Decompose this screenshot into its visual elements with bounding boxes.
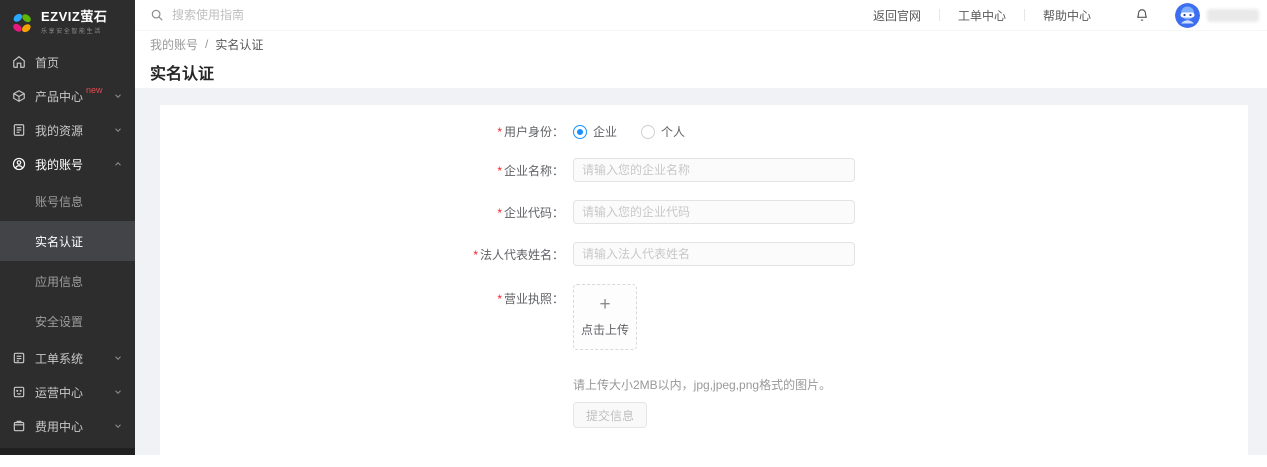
company-name-input[interactable]: [573, 158, 855, 182]
sidebar-item-label: 我的账号: [35, 156, 83, 173]
sidebar-subitem-security-settings[interactable]: 安全设置: [0, 301, 135, 341]
license-upload-box[interactable]: + 点击上传: [573, 284, 637, 350]
required-mark: *: [497, 125, 502, 139]
sidebar-subitem-label: 安全设置: [35, 313, 83, 330]
sidebar-nav: 首页 产品中心 new 我的资源 我的账号: [0, 45, 135, 443]
sidebar-item-label: 首页: [35, 54, 59, 71]
company-code-input[interactable]: [573, 200, 855, 224]
chevron-down-icon: [113, 125, 123, 135]
breadcrumb-separator: /: [205, 37, 208, 51]
form-row-license: *营业执照： + 点击上传: [160, 284, 1248, 350]
sidebar-subitem-account-info[interactable]: 账号信息: [0, 181, 135, 221]
product-center-icon: [12, 89, 26, 103]
sidebar-item-label: 工单系统: [35, 350, 83, 367]
required-mark: *: [497, 164, 502, 178]
sidebar-item-operations-center[interactable]: 运营中心: [0, 375, 135, 409]
sidebar-item-ticket-system[interactable]: 工单系统: [0, 341, 135, 375]
breadcrumb-current: 实名认证: [215, 36, 263, 53]
radio-label: 个人: [661, 123, 685, 140]
chevron-down-icon: [113, 353, 123, 363]
legal-name-label: *法人代表姓名：: [160, 246, 564, 263]
required-mark: *: [497, 206, 502, 220]
notification-bell-icon[interactable]: [1135, 8, 1149, 22]
link-official-site[interactable]: 返回官网: [855, 7, 939, 24]
page-title-bar: 实名认证: [135, 56, 1267, 88]
identity-label: *用户身份：: [160, 123, 564, 140]
link-help-center[interactable]: 帮助中心: [1025, 7, 1109, 24]
brand-logo[interactable]: EZVIZ萤石 乐享安全智能生活: [0, 0, 135, 45]
ticket-system-icon: [12, 351, 26, 365]
search-box: [150, 8, 432, 22]
company-code-label-text: 企业代码：: [504, 206, 564, 220]
company-code-label: *企业代码：: [160, 204, 564, 221]
breadcrumb-parent[interactable]: 我的账号: [150, 36, 198, 53]
legal-name-label-text: 法人代表姓名：: [480, 248, 564, 262]
billing-center-icon: [12, 419, 26, 433]
user-avatar: [1175, 3, 1200, 28]
sidebar-item-label: 产品中心: [35, 88, 83, 105]
ezviz-petals-icon: [9, 10, 35, 36]
sidebar-item-label: 费用中心: [35, 418, 83, 435]
user-menu[interactable]: [1175, 3, 1259, 28]
new-badge: new: [86, 85, 103, 95]
content-area: *用户身份： 企业 个人 *企业名称： *企业代码： *法人代表姓名：: [135, 88, 1267, 455]
home-icon: [12, 55, 26, 69]
sidebar-subitem-label: 账号信息: [35, 193, 83, 210]
brand-name: EZVIZ萤石: [41, 10, 107, 24]
license-label-text: 营业执照：: [504, 292, 564, 306]
search-input[interactable]: [172, 8, 432, 22]
sidebar-item-my-resources[interactable]: 我的资源: [0, 113, 135, 147]
sidebar-subitem-label: 应用信息: [35, 273, 83, 290]
radio-unselected-icon: [641, 125, 655, 139]
sidebar: EZVIZ萤石 乐享安全智能生活 首页 产品中心 new 我的资源: [0, 0, 135, 455]
company-name-label-text: 企业名称：: [504, 164, 564, 178]
license-label: *营业执照：: [160, 284, 564, 307]
sidebar-item-label: 运营中心: [35, 384, 83, 401]
account-icon: [12, 157, 26, 171]
radio-selected-icon: [573, 125, 587, 139]
sidebar-subitem-app-info[interactable]: 应用信息: [0, 261, 135, 301]
user-name-redacted: [1207, 9, 1259, 22]
plus-icon: +: [599, 296, 610, 314]
legal-name-input[interactable]: [573, 242, 855, 266]
resources-icon: [12, 123, 26, 137]
radio-option-personal[interactable]: 个人: [641, 123, 685, 140]
form-row-identity: *用户身份： 企业 个人: [160, 123, 1248, 140]
brand-tagline: 乐享安全智能生活: [41, 26, 107, 35]
topbar-links: 返回官网 工单中心 帮助中心: [855, 3, 1267, 28]
sidebar-item-product-center[interactable]: 产品中心 new: [0, 79, 135, 113]
search-icon: [150, 8, 164, 22]
sidebar-footer-strip: [0, 448, 135, 455]
radio-option-enterprise[interactable]: 企业: [573, 123, 617, 140]
identity-label-text: 用户身份：: [504, 125, 564, 139]
company-name-label: *企业名称：: [160, 162, 564, 179]
page-title: 实名认证: [150, 60, 214, 84]
form-row-company-name: *企业名称：: [160, 158, 1248, 182]
breadcrumb: 我的账号 / 实名认证: [135, 32, 1267, 56]
sidebar-item-label: 我的资源: [35, 122, 83, 139]
upload-text: 点击上传: [581, 321, 629, 338]
topbar: 返回官网 工单中心 帮助中心: [135, 0, 1267, 31]
link-ticket-center[interactable]: 工单中心: [940, 7, 1024, 24]
form-row-legal-name: *法人代表姓名：: [160, 242, 1248, 266]
chevron-down-icon: [113, 91, 123, 101]
brand-text: EZVIZ萤石 乐享安全智能生活: [41, 10, 107, 35]
identity-radio-group: 企业 个人: [573, 123, 709, 140]
sidebar-item-my-account[interactable]: 我的账号: [0, 147, 135, 181]
form-row-company-code: *企业代码：: [160, 200, 1248, 224]
submit-button[interactable]: 提交信息: [573, 402, 647, 428]
sidebar-subitem-label: 实名认证: [35, 233, 83, 250]
realname-form-card: *用户身份： 企业 个人 *企业名称： *企业代码： *法人代表姓名：: [160, 105, 1248, 467]
required-mark: *: [497, 292, 502, 306]
chevron-down-icon: [113, 387, 123, 397]
chevron-up-icon: [113, 159, 123, 169]
upload-hint: 请上传大小2MB以内，jpg,jpeg,png格式的图片。: [573, 376, 1248, 393]
radio-label: 企业: [593, 123, 617, 140]
chevron-down-icon: [113, 421, 123, 431]
required-mark: *: [473, 248, 478, 262]
operations-center-icon: [12, 385, 26, 399]
sidebar-subitem-realname-verification[interactable]: 实名认证: [0, 221, 135, 261]
sidebar-item-home[interactable]: 首页: [0, 45, 135, 79]
sidebar-item-billing-center[interactable]: 费用中心: [0, 409, 135, 443]
